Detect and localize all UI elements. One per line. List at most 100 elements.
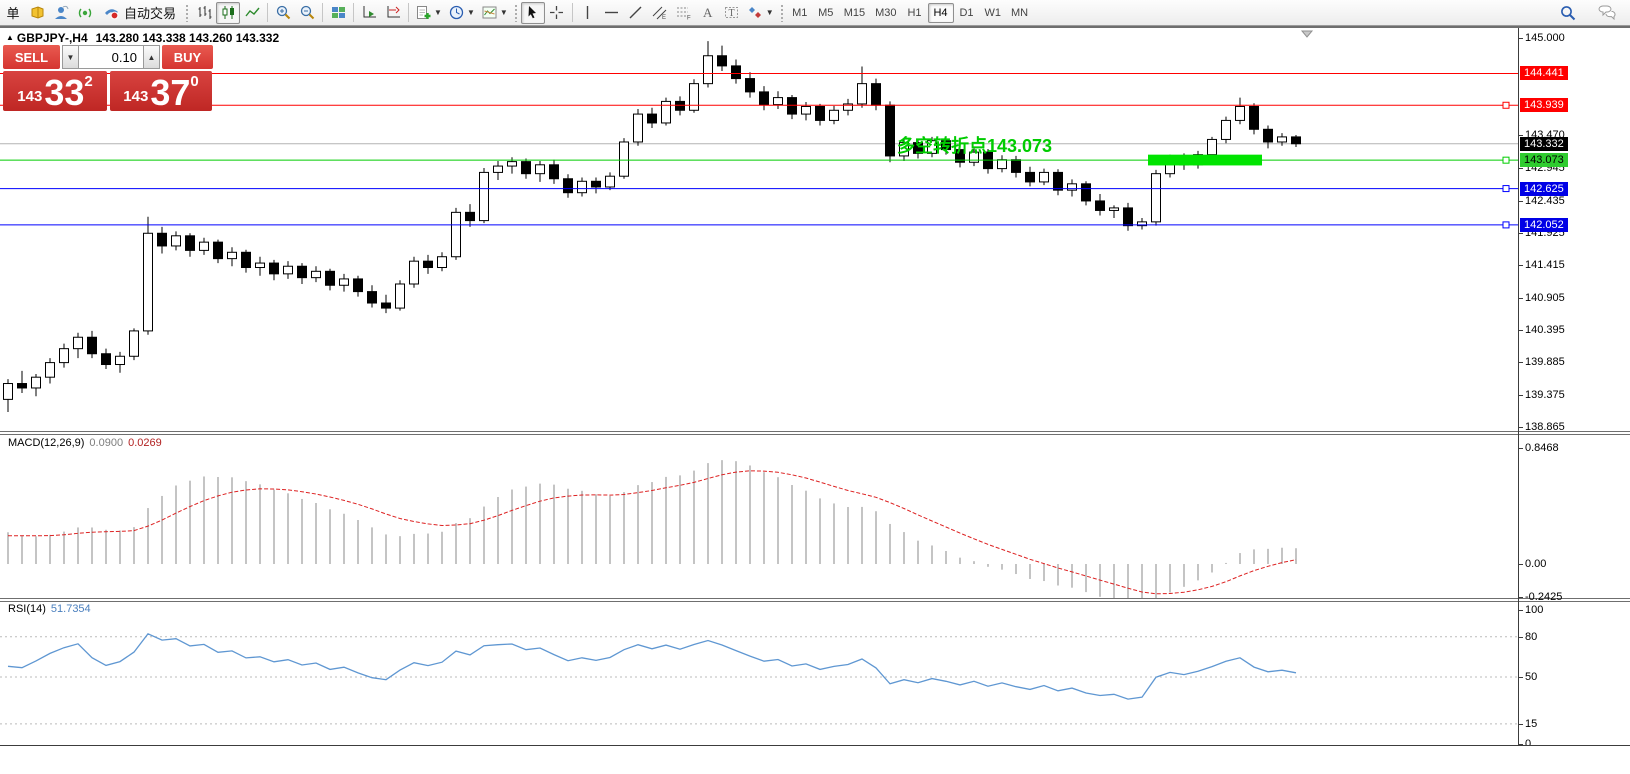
new-order-button[interactable]: 单	[1, 2, 25, 24]
candle-up	[494, 161, 503, 180]
periods-button[interactable]: ▼	[445, 2, 478, 24]
line-handle[interactable]	[1503, 222, 1509, 228]
candle-down	[550, 160, 559, 184]
crosshair-tool-button[interactable]	[545, 2, 569, 24]
buy-price-main: 37	[150, 78, 190, 108]
candle-up	[858, 67, 867, 108]
auto-scroll-button[interactable]	[357, 2, 381, 24]
line-handle[interactable]	[1503, 186, 1509, 192]
candle-down	[1096, 194, 1105, 216]
autotrade-button[interactable]: 自动交易	[97, 2, 182, 24]
text-label-icon: T	[723, 4, 740, 21]
account-book-button[interactable]	[25, 2, 49, 24]
arrows-icon	[747, 4, 764, 21]
price-axis[interactable]: 145.000143.470142.945142.435141.925141.4…	[1519, 28, 1629, 745]
toolbar-grip	[185, 4, 189, 22]
sell-price-box[interactable]: 143 33 2	[3, 71, 107, 111]
sell-button[interactable]: SELL	[3, 45, 60, 69]
buy-button[interactable]: BUY	[162, 45, 213, 69]
candle-down	[1250, 103, 1259, 134]
panel-splitter[interactable]	[0, 598, 1630, 602]
templates-button[interactable]: ▼	[478, 2, 511, 24]
price-tick: 139.375	[1525, 389, 1565, 401]
fibonacci-tool-button[interactable]: F	[672, 2, 696, 24]
price-tick: 142.435	[1525, 195, 1565, 207]
text-tool-button[interactable]: A	[696, 2, 720, 24]
channel-tool-button[interactable]: E	[648, 2, 672, 24]
arrows-tool-button[interactable]: ▼	[744, 2, 777, 24]
timeframe-h4-button[interactable]: H4	[928, 3, 954, 23]
candle-up	[508, 157, 517, 173]
candle-up	[396, 280, 405, 310]
chart-candles-button[interactable]	[216, 2, 240, 24]
candle-down	[760, 86, 769, 110]
chevron-down-icon: ▼	[766, 8, 774, 17]
macd-value: 0.0900	[89, 437, 123, 449]
support-zone-rect[interactable]	[1148, 155, 1262, 166]
zoom-in-button[interactable]	[271, 2, 295, 24]
candle-down	[466, 204, 475, 227]
panel-splitter[interactable]	[0, 431, 1630, 435]
candle-down	[886, 101, 895, 162]
rsi-indicator-label: RSI(14)51.7354	[8, 603, 91, 615]
candle-up	[312, 266, 321, 282]
price-tick: 138.865	[1525, 421, 1565, 433]
candle-down	[564, 174, 573, 197]
signal-button[interactable]	[73, 2, 97, 24]
macd-histogram	[8, 460, 1296, 598]
candle-up	[1236, 98, 1245, 125]
timeframe-h1-button[interactable]: H1	[902, 3, 928, 23]
template-chart-icon	[481, 4, 498, 21]
candle-up	[690, 79, 699, 113]
candle-up	[844, 99, 853, 115]
chart-title: ▲GBPJPY-,H4143.280 143.338 143.260 143.3…	[6, 31, 279, 45]
tile-windows-button[interactable]	[326, 2, 350, 24]
line-handle[interactable]	[1503, 157, 1509, 163]
line-handle[interactable]	[1503, 102, 1509, 108]
timeframe-m1-button[interactable]: M1	[787, 3, 813, 23]
vertical-line-tool-button[interactable]	[576, 2, 600, 24]
macd-signal-value: 0.0269	[128, 437, 162, 449]
cursor-tool-button[interactable]	[521, 2, 545, 24]
toolbar-separator	[267, 3, 268, 22]
profile-button[interactable]	[49, 2, 73, 24]
candle-down	[676, 96, 685, 115]
main-chart-plot[interactable]: 多空转折点143.073	[0, 28, 1518, 431]
time-axis[interactable]	[0, 745, 1630, 774]
timeframe-m15-button[interactable]: M15	[839, 3, 870, 23]
timeframe-w1-button[interactable]: W1	[980, 3, 1007, 23]
rsi-panel-plot[interactable]	[0, 602, 1518, 745]
rsi-name: RSI(14)	[8, 603, 46, 615]
timeframe-d1-button[interactable]: D1	[954, 3, 980, 23]
autotrade-icon	[103, 4, 120, 21]
toolbar-separator	[353, 3, 354, 22]
chart-bars-button[interactable]	[192, 2, 216, 24]
zoom-out-button[interactable]	[295, 2, 319, 24]
annotation-text[interactable]: 多空转折点143.073	[897, 135, 1052, 156]
buy-price-box[interactable]: 143 37 0	[110, 71, 212, 111]
volume-input[interactable]	[79, 45, 143, 69]
chart-line-button[interactable]	[240, 2, 264, 24]
volume-decrease-button[interactable]: ▼	[62, 45, 79, 69]
macd-panel-plot[interactable]	[0, 435, 1518, 598]
candle-up	[480, 168, 489, 223]
horizontal-line-tool-button[interactable]	[600, 2, 624, 24]
timeframe-m30-button[interactable]: M30	[870, 3, 901, 23]
volume-increase-button[interactable]: ▲	[143, 45, 160, 69]
candlestick-chart-icon	[220, 4, 237, 21]
timeframe-mn-button[interactable]: MN	[1006, 3, 1033, 23]
line-chart-icon	[244, 4, 261, 21]
chart-shift-marker[interactable]	[1302, 31, 1312, 37]
toolbar-grip	[780, 4, 784, 22]
trade-prices-row: 143 33 2 143 37 0	[3, 71, 213, 111]
indicators-button[interactable]: ▼	[412, 2, 445, 24]
toolbar-right-group	[1556, 2, 1620, 24]
candle-up	[438, 252, 447, 271]
chat-button[interactable]	[1594, 2, 1620, 24]
sell-price-superscript: 2	[84, 73, 92, 90]
search-button[interactable]	[1556, 2, 1580, 24]
trendline-tool-button[interactable]	[624, 2, 648, 24]
text-label-tool-button[interactable]: T	[720, 2, 744, 24]
chart-shift-button[interactable]	[381, 2, 405, 24]
timeframe-m5-button[interactable]: M5	[813, 3, 839, 23]
